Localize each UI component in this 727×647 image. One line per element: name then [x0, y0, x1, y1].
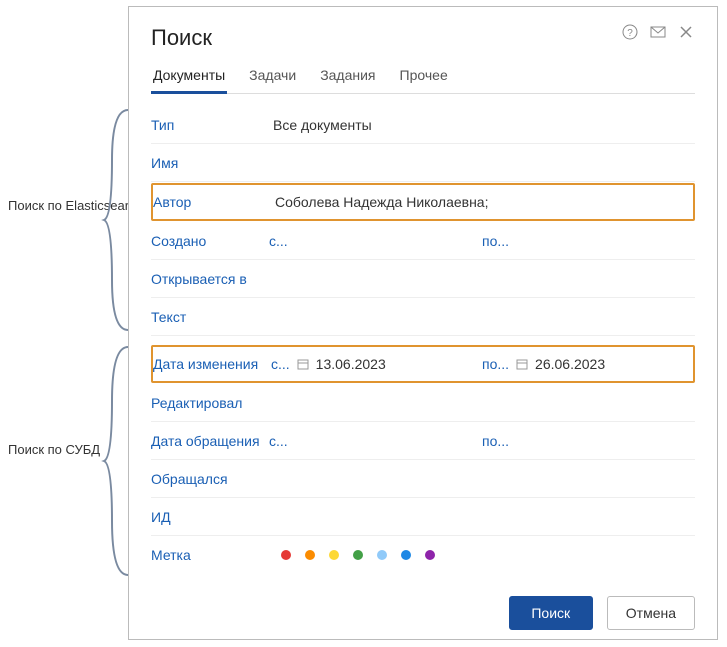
brace-group-2: [100, 342, 130, 580]
brace-group-1: [100, 105, 130, 335]
cancel-button[interactable]: Отмена: [607, 596, 695, 630]
field-modified-from[interactable]: с... 13.06.2023: [271, 356, 482, 372]
tab-assignments[interactable]: Задания: [318, 61, 377, 93]
color-blue[interactable]: [401, 550, 411, 560]
field-author[interactable]: Соболева Надежда Николаевна;: [271, 186, 693, 218]
calendar-icon: [515, 357, 529, 371]
mail-icon[interactable]: [649, 23, 667, 41]
svg-text:?: ?: [627, 28, 633, 39]
label-created: Создано: [151, 225, 269, 257]
row-accessed: Дата обращения с... по...: [151, 422, 695, 460]
annotation-elasticsearch: Поиск по Elasticsearch: [8, 197, 143, 215]
calendar-icon: [296, 357, 310, 371]
color-orange[interactable]: [305, 550, 315, 560]
field-modified-to[interactable]: по... 26.06.2023: [482, 356, 693, 372]
annotation-subd: Поиск по СУБД: [8, 441, 100, 459]
row-opens-in: Открывается в: [151, 260, 695, 298]
label-text: Текст: [151, 301, 269, 333]
row-text: Текст: [151, 298, 695, 336]
label-author: Автор: [153, 186, 271, 218]
row-modified: Дата изменения с... 13.06.2023 по... 26.…: [151, 345, 695, 383]
field-editor[interactable]: [269, 395, 695, 411]
field-name[interactable]: [269, 155, 695, 171]
field-tag-colors: [269, 542, 439, 568]
help-icon[interactable]: ?: [621, 23, 639, 41]
color-green[interactable]: [353, 550, 363, 560]
row-author: Автор Соболева Надежда Николаевна;: [151, 183, 695, 221]
label-opens-in: Открывается в: [151, 263, 269, 295]
search-dialog: Поиск ? Документы Задачи Задания Прочее …: [128, 6, 718, 640]
color-yellow[interactable]: [329, 550, 339, 560]
field-id[interactable]: [269, 509, 695, 525]
row-created: Создано с... по...: [151, 222, 695, 260]
label-name: Имя: [151, 147, 269, 179]
row-id: ИД: [151, 498, 695, 536]
row-type: Тип Все документы: [151, 106, 695, 144]
row-editor: Редактировал: [151, 384, 695, 422]
color-purple[interactable]: [425, 550, 435, 560]
tab-documents[interactable]: Документы: [151, 61, 227, 94]
tab-other[interactable]: Прочее: [398, 61, 450, 93]
tab-tasks[interactable]: Задачи: [247, 61, 298, 93]
label-type: Тип: [151, 109, 269, 141]
label-editor: Редактировал: [151, 387, 269, 419]
field-created-to[interactable]: по...: [482, 233, 695, 249]
field-opens-in[interactable]: [269, 271, 695, 287]
field-created-from[interactable]: с...: [269, 233, 482, 249]
label-accessed-by: Обращался: [151, 463, 269, 495]
label-id: ИД: [151, 501, 269, 533]
close-icon[interactable]: [677, 23, 695, 41]
dialog-title: Поиск: [151, 25, 212, 51]
field-accessed-by[interactable]: [269, 471, 695, 487]
field-accessed-to[interactable]: по...: [482, 433, 695, 449]
row-tag: Метка: [151, 536, 695, 574]
search-button[interactable]: Поиск: [509, 596, 593, 630]
tabs: Документы Задачи Задания Прочее: [151, 61, 695, 94]
color-lightblue[interactable]: [377, 550, 387, 560]
label-modified: Дата изменения: [153, 348, 271, 380]
label-accessed: Дата обращения: [151, 425, 269, 457]
row-accessed-by: Обращался: [151, 460, 695, 498]
label-tag: Метка: [151, 539, 269, 571]
field-accessed-from[interactable]: с...: [269, 433, 482, 449]
color-red[interactable]: [281, 550, 291, 560]
field-text[interactable]: [269, 309, 695, 325]
row-name: Имя: [151, 144, 695, 182]
field-type[interactable]: Все документы: [269, 109, 695, 141]
